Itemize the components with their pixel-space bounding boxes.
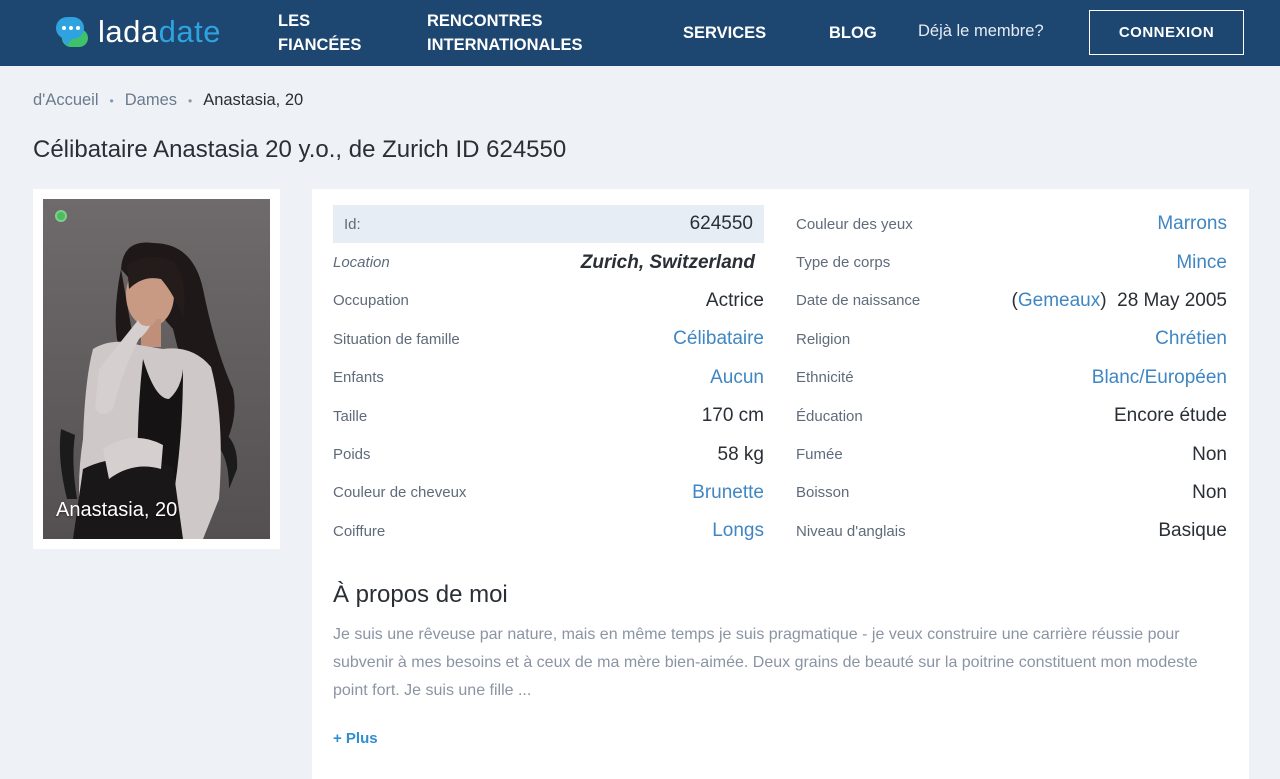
logo-wordmark: ladadate [98, 14, 221, 50]
attr-row-hairstyle: Coiffure Longs [333, 512, 764, 550]
top-navigation-bar: ladadate LES FIANCÉES RENCONTRES INTERNA… [0, 0, 1280, 66]
nav-rencontres-internationales[interactable]: RENCONTRES INTERNATIONALES [427, 9, 627, 57]
attr-row-height: Taille 170 cm [333, 397, 764, 435]
attr-value-link[interactable]: Mince [1176, 252, 1227, 274]
member-prompt: Déjà le membre? [918, 22, 1044, 40]
nav-les-fiancees-line1: LES [278, 12, 311, 30]
attr-row-hair-color: Couleur de cheveux Brunette [333, 474, 764, 512]
attr-row-drinking: Boisson Non [796, 474, 1227, 512]
attr-row-eye-color: Couleur des yeux Marrons [796, 205, 1227, 243]
attr-label: Id: [344, 215, 361, 233]
nav-blog[interactable]: BLOG [829, 21, 877, 45]
profile-attributes-right: Couleur des yeux Marrons Type de corps M… [796, 205, 1227, 551]
attr-row-body-type: Type de corps Mince [796, 243, 1227, 281]
attr-value-link[interactable]: Aucun [710, 367, 764, 389]
photo-caption: Anastasia, 20 [56, 499, 178, 521]
attr-row-children: Enfants Aucun [333, 359, 764, 397]
attr-label: Date de naissance [796, 292, 921, 310]
page-title: Célibataire Anastasia 20 y.o., de Zurich… [33, 136, 567, 163]
attr-label: Niveau d'anglais [796, 522, 906, 540]
attr-row-location: Location Zurich, Switzerland [333, 243, 764, 281]
show-more-link[interactable]: + Plus [333, 730, 378, 747]
attr-row-education: Éducation Encore étude [796, 397, 1227, 435]
attr-label: Religion [796, 330, 851, 348]
attr-value-link[interactable]: Chrétien [1155, 328, 1227, 350]
attr-row-smoking: Fumée Non [796, 435, 1227, 473]
attr-value: (Gemeaux) 28 May 2005 [1012, 290, 1227, 312]
breadcrumb-current: Anastasia, 20 [203, 91, 304, 109]
site-logo[interactable]: ladadate [56, 14, 221, 50]
attr-row-weight: Poids 58 kg [333, 435, 764, 473]
attr-label: Poids [333, 446, 371, 464]
attr-row-id: Id: 624550 [333, 205, 764, 244]
profile-details-card: Id: 624550 Location Zurich, Switzerland … [312, 189, 1249, 779]
profile-photo[interactable]: Anastasia, 20 [43, 199, 270, 539]
attr-value-link[interactable]: Blanc/Européen [1092, 367, 1227, 389]
attr-value: Actrice [705, 289, 764, 311]
attr-value-link[interactable]: Marrons [1157, 213, 1227, 235]
nav-rencontres-line2: INTERNATIONALES [427, 36, 583, 54]
attr-value: Zurich, Switzerland [580, 251, 755, 273]
attr-row-ethnicity: Ethnicité Blanc/Européen [796, 359, 1227, 397]
birth-date-value: 28 May 2005 [1117, 289, 1227, 311]
breadcrumb-separator-dot: • [109, 93, 114, 108]
zodiac-paren-close: ) [1100, 289, 1107, 311]
attr-label: Enfants [333, 369, 384, 387]
nav-services[interactable]: SERVICES [683, 21, 766, 45]
attr-label: Occupation [333, 292, 409, 310]
attr-label: Couleur des yeux [796, 215, 913, 233]
attr-label: Type de corps [796, 254, 891, 272]
breadcrumb-separator-dot: • [188, 93, 193, 108]
zodiac-link[interactable]: Gemeaux [1018, 290, 1100, 311]
attr-label: Ethnicité [796, 369, 854, 387]
about-me-text: Je suis une rêveuse par nature, mais en … [333, 626, 1198, 699]
attr-row-birth-date: Date de naissance (Gemeaux) 28 May 2005 [796, 282, 1227, 320]
login-button[interactable]: CONNEXION [1089, 10, 1244, 55]
attr-value-link[interactable]: Célibataire [673, 328, 764, 350]
nav-les-fiancees[interactable]: LES FIANCÉES [278, 9, 378, 57]
attr-value: 170 cm [701, 405, 764, 427]
attr-value: Encore étude [1113, 405, 1227, 427]
attr-value: Non [1192, 481, 1227, 503]
attr-label: Éducation [796, 407, 863, 425]
online-status-icon [55, 210, 67, 222]
nav-les-fiancees-line2: FIANCÉES [278, 36, 362, 54]
attr-label: Couleur de cheveux [333, 484, 467, 502]
breadcrumb-dames[interactable]: Dames [125, 91, 177, 110]
attr-row-occupation: Occupation Actrice [333, 282, 764, 320]
attr-label: Situation de famille [333, 330, 460, 348]
attr-value-link[interactable]: Longs [712, 520, 764, 542]
chat-bubble-logo-icon [56, 15, 90, 49]
attr-value: 624550 [689, 213, 753, 235]
attr-label: Taille [333, 407, 368, 425]
attr-row-marital-status: Situation de famille Célibataire [333, 320, 764, 358]
attr-value-link[interactable]: Brunette [692, 482, 764, 504]
attr-value: 58 kg [717, 443, 764, 465]
breadcrumb: d'Accueil • Dames • Anastasia, 20 [33, 91, 303, 110]
profile-photo-card: Anastasia, 20 [33, 189, 280, 549]
nav-rencontres-line1: RENCONTRES [427, 12, 543, 30]
attr-value: Basique [1158, 520, 1227, 542]
about-me-title: À propos de moi [333, 581, 508, 608]
attr-label: Boisson [796, 484, 850, 502]
attr-label: Location [333, 254, 390, 272]
logo-text-part1: lada [98, 14, 159, 49]
attr-label: Fumée [796, 446, 843, 464]
profile-portrait-image [43, 199, 270, 539]
attr-label: Coiffure [333, 522, 386, 540]
attr-value: Non [1192, 443, 1227, 465]
profile-attributes-left: Id: 624550 Location Zurich, Switzerland … [333, 205, 764, 551]
breadcrumb-home[interactable]: d'Accueil [33, 91, 99, 110]
attr-row-english-level: Niveau d'anglais Basique [796, 512, 1227, 550]
logo-text-part2: date [158, 14, 221, 49]
attr-row-religion: Religion Chrétien [796, 320, 1227, 358]
